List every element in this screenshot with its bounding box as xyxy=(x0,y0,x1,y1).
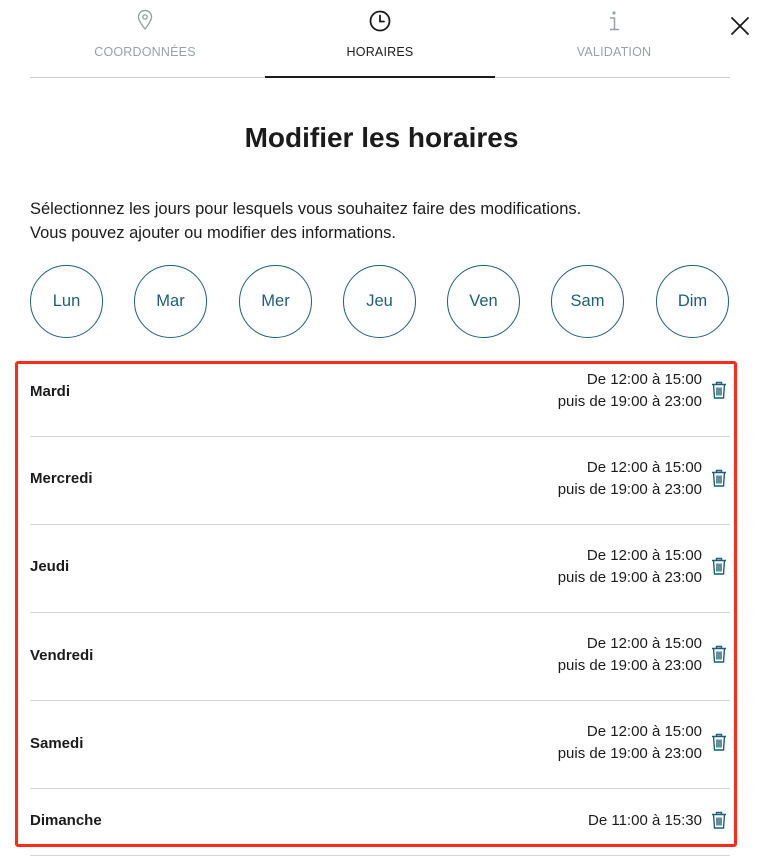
tab-horaires[interactable]: HORAIRES xyxy=(265,0,495,77)
highlight-box xyxy=(15,361,737,847)
tab-validation[interactable]: VALIDATION xyxy=(499,0,729,77)
tab-label: VALIDATION xyxy=(576,45,652,59)
intro-line-1: Sélectionnez les jours pour lesquels vou… xyxy=(30,200,582,218)
day-button-mer[interactable]: Mer xyxy=(239,265,312,338)
day-button-jeu[interactable]: Jeu xyxy=(343,265,416,338)
info-icon xyxy=(499,9,729,35)
intro-line-2: Vous pouvez ajouter ou modifier des info… xyxy=(30,224,396,242)
tab-label: COORDONNÉES xyxy=(94,45,196,59)
tab-coordonnees[interactable]: COORDONNÉES xyxy=(30,0,260,77)
page-title: Modifier les horaires xyxy=(244,122,519,153)
day-button-ven[interactable]: Ven xyxy=(447,265,520,338)
day-button-sam[interactable]: Sam xyxy=(551,265,624,338)
intro-text: Sélectionnez les jours pour lesquels vou… xyxy=(30,197,581,245)
step-tabs: COORDONNÉES HORAIRES VALIDATION xyxy=(30,0,730,78)
active-tab-indicator xyxy=(265,76,495,78)
clock-icon xyxy=(265,9,495,35)
list-divider xyxy=(30,855,730,856)
close-icon xyxy=(730,16,750,36)
day-button-dim[interactable]: Dim xyxy=(656,265,729,338)
day-button-mar[interactable]: Mar xyxy=(134,265,207,338)
tab-label: HORAIRES xyxy=(346,45,414,59)
day-button-lun[interactable]: Lun xyxy=(30,265,103,338)
location-pin-icon xyxy=(30,9,260,35)
close-button[interactable] xyxy=(726,12,754,40)
day-selector: Lun Mar Mer Jeu Ven Sam Dim xyxy=(30,265,731,341)
